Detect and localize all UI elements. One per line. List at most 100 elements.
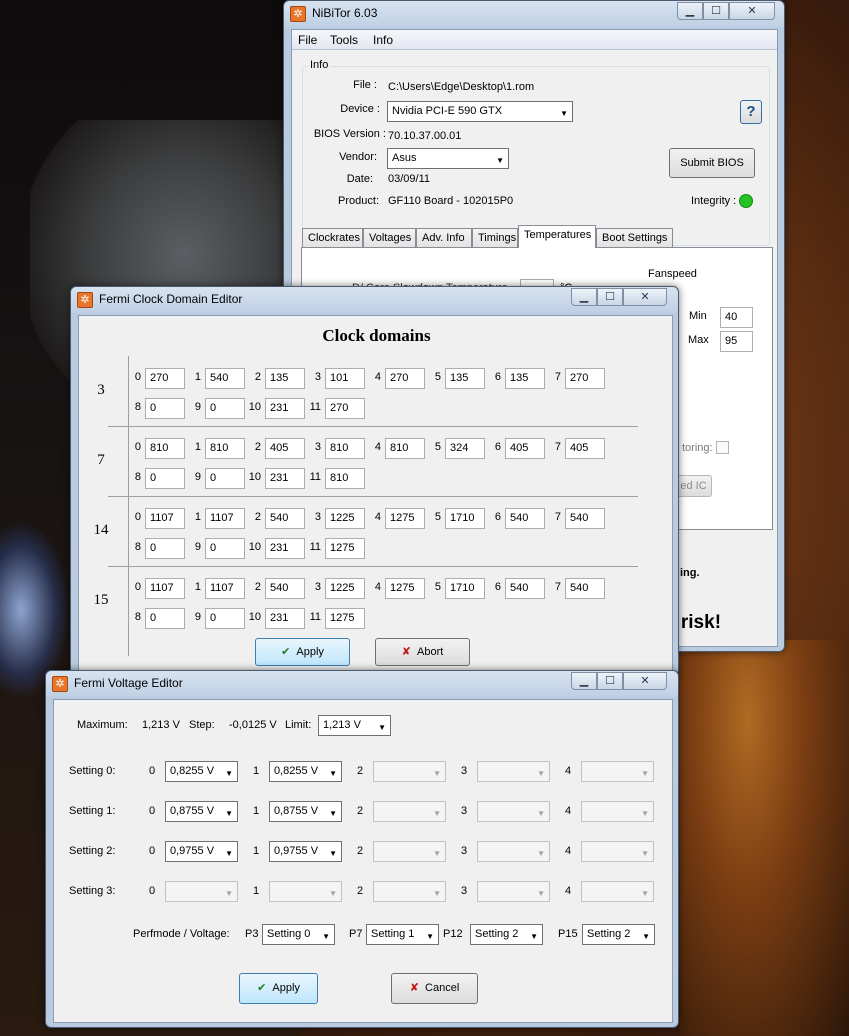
clock-domain-field[interactable]: 0 — [205, 398, 245, 419]
clock-domain-field[interactable]: 540 — [505, 578, 545, 599]
clock-domain-field[interactable]: 135 — [445, 368, 485, 389]
tab-clockrates[interactable]: Clockrates — [302, 228, 363, 248]
nibitor-titlebar[interactable]: ✲ NiBiTor 6.03 ▁ ☐ ✕ — [284, 1, 784, 27]
voltage-column-label: 4 — [565, 845, 572, 857]
perfmode-dropdown[interactable]: Setting 0 ▼ — [262, 924, 335, 945]
minimize-button[interactable]: ▁ — [677, 2, 703, 20]
tab-voltages[interactable]: Voltages — [363, 228, 416, 248]
clock-domain-field[interactable]: 405 — [505, 438, 545, 459]
clock-domain-field[interactable]: 0 — [145, 538, 185, 559]
clock-domain-field[interactable]: 810 — [145, 438, 185, 459]
voltage-dropdown[interactable]: 0,8255 V ▼ — [269, 761, 342, 782]
tab-adv-info[interactable]: Adv. Info — [416, 228, 472, 248]
clock-domain-field[interactable]: 270 — [325, 398, 365, 419]
clock-domain-field[interactable]: 1275 — [385, 578, 425, 599]
detected-ic-button[interactable]: ed IC — [675, 475, 712, 497]
clock-domain-field[interactable]: 231 — [265, 538, 305, 559]
clock-domain-field[interactable]: 1710 — [445, 508, 485, 529]
clock-domain-field[interactable]: 540 — [565, 508, 605, 529]
clock-domain-field[interactable]: 1107 — [205, 578, 245, 599]
clock-domain-field[interactable]: 0 — [145, 468, 185, 489]
clock-domain-field[interactable]: 1225 — [325, 508, 365, 529]
maximize-button[interactable]: ☐ — [597, 288, 623, 306]
clock-domain-field[interactable]: 231 — [265, 398, 305, 419]
clock-domain-field[interactable]: 270 — [385, 368, 425, 389]
clock-domain-field[interactable]: 540 — [205, 368, 245, 389]
voltage-column-label: 0 — [149, 845, 156, 857]
minimize-button[interactable]: ▁ — [571, 672, 597, 690]
perfmode-dropdown[interactable]: Setting 2 ▼ — [582, 924, 655, 945]
cancel-button[interactable]: ✘ Cancel — [391, 973, 478, 1004]
clock-domain-field[interactable]: 0 — [205, 468, 245, 489]
voltage-editor-window: ✲ Fermi Voltage Editor ▁ ☐ ✕ Maximum: 1,… — [45, 670, 679, 1028]
clock-domain-field[interactable]: 810 — [205, 438, 245, 459]
clock-domain-field[interactable]: 540 — [265, 508, 305, 529]
clock-domain-field[interactable]: 324 — [445, 438, 485, 459]
clock-editor-titlebar[interactable]: ✲ Fermi Clock Domain Editor ▁ ☐ ✕ — [71, 287, 678, 313]
perfmode-dropdown[interactable]: Setting 2 ▼ — [470, 924, 543, 945]
clock-domain-field[interactable]: 810 — [325, 438, 365, 459]
fanspeed-max-field[interactable]: 95 — [720, 331, 753, 352]
maximize-button[interactable]: ☐ — [597, 672, 623, 690]
clock-domain-field[interactable]: 1275 — [385, 508, 425, 529]
clock-domain-field[interactable]: 0 — [205, 608, 245, 629]
tab-timings[interactable]: Timings — [472, 228, 518, 248]
clock-domain-field[interactable]: 135 — [505, 368, 545, 389]
clock-domain-field[interactable]: 231 — [265, 468, 305, 489]
tab-boot-settings[interactable]: Boot Settings — [596, 228, 673, 248]
voltage-dropdown[interactable]: 0,8255 V ▼ — [165, 761, 238, 782]
tab-temperatures[interactable]: Temperatures — [518, 225, 596, 248]
clock-domain-field[interactable]: 270 — [145, 368, 185, 389]
menu-info[interactable]: Info — [373, 33, 393, 47]
submit-bios-button[interactable]: Submit BIOS — [669, 148, 755, 178]
clock-domain-field[interactable]: 1107 — [145, 508, 185, 529]
menu-bar: File Tools Info — [292, 30, 777, 50]
close-button[interactable]: ✕ — [729, 2, 775, 20]
clock-domain-field[interactable]: 1107 — [145, 578, 185, 599]
clock-domain-field[interactable]: 1225 — [325, 578, 365, 599]
voltage-dropdown[interactable]: 0,9755 V ▼ — [165, 841, 238, 862]
voltage-editor-titlebar[interactable]: ✲ Fermi Voltage Editor ▁ ☐ ✕ — [46, 671, 678, 697]
clock-domain-field[interactable]: 540 — [565, 578, 605, 599]
clock-domain-field[interactable]: 1710 — [445, 578, 485, 599]
clock-domain-field[interactable]: 1107 — [205, 508, 245, 529]
chevron-down-icon: ▼ — [433, 849, 441, 858]
close-button[interactable]: ✕ — [623, 672, 667, 690]
clock-domain-field[interactable]: 101 — [325, 368, 365, 389]
device-dropdown[interactable]: Nvidia PCI-E 590 GTX ▼ — [387, 101, 573, 122]
clock-domain-field[interactable]: 405 — [265, 438, 305, 459]
close-button[interactable]: ✕ — [623, 288, 667, 306]
fanspeed-min-label: Min — [689, 310, 707, 322]
clock-domain-field[interactable]: 1275 — [325, 608, 365, 629]
clock-domain-field[interactable]: 1275 — [325, 538, 365, 559]
chevron-down-icon: ▼ — [433, 769, 441, 778]
apply-button[interactable]: ✔ Apply — [239, 973, 318, 1004]
voltage-dropdown: ▼ — [373, 881, 446, 902]
clock-domain-field[interactable]: 0 — [145, 608, 185, 629]
menu-tools[interactable]: Tools — [330, 33, 358, 47]
abort-button[interactable]: ✘ Abort — [375, 638, 470, 666]
clock-domain-field[interactable]: 810 — [385, 438, 425, 459]
clock-domain-field[interactable]: 0 — [145, 398, 185, 419]
clock-domain-field[interactable]: 540 — [265, 578, 305, 599]
help-button[interactable]: ? — [740, 100, 762, 124]
limit-dropdown[interactable]: 1,213 V ▼ — [318, 715, 391, 736]
clock-domain-field[interactable]: 270 — [565, 368, 605, 389]
clock-domain-field[interactable]: 810 — [325, 468, 365, 489]
minimize-button[interactable]: ▁ — [571, 288, 597, 306]
clock-domain-field[interactable]: 231 — [265, 608, 305, 629]
clock-domain-field[interactable]: 135 — [265, 368, 305, 389]
clock-domain-field[interactable]: 0 — [205, 538, 245, 559]
clock-domain-field[interactable]: 540 — [505, 508, 545, 529]
monitoring-checkbox[interactable] — [716, 441, 729, 454]
fanspeed-min-field[interactable]: 40 — [720, 307, 753, 328]
voltage-dropdown[interactable]: 0,9755 V ▼ — [269, 841, 342, 862]
clock-domain-field[interactable]: 405 — [565, 438, 605, 459]
voltage-dropdown[interactable]: 0,8755 V ▼ — [269, 801, 342, 822]
vendor-dropdown[interactable]: Asus ▼ — [387, 148, 509, 169]
perfmode-dropdown[interactable]: Setting 1 ▼ — [366, 924, 439, 945]
voltage-dropdown[interactable]: 0,8755 V ▼ — [165, 801, 238, 822]
maximize-button[interactable]: ☐ — [703, 2, 729, 20]
menu-file[interactable]: File — [298, 33, 317, 47]
apply-button[interactable]: ✔ Apply — [255, 638, 350, 666]
